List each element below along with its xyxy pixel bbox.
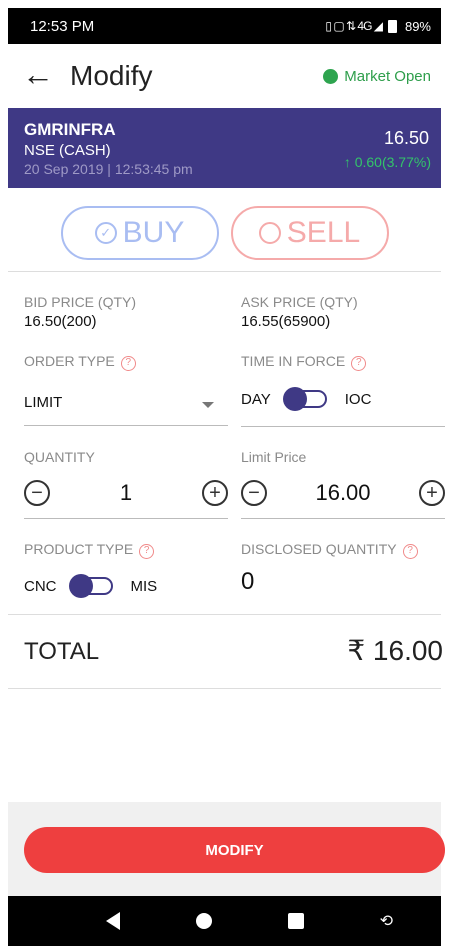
ask-price-label: ASK PRICE (QTY): [241, 294, 358, 310]
order-type-heading: ORDER TYPE?: [24, 353, 136, 371]
divider-line: [8, 614, 441, 615]
app-header: ← Modify Market Open: [8, 44, 441, 108]
order-type-label: ORDER TYPE: [24, 353, 115, 369]
modify-button[interactable]: MODIFY: [24, 827, 445, 873]
dropdown-caret-icon: [202, 401, 214, 408]
minus-icon[interactable]: −: [24, 480, 50, 506]
market-status-label: Market Open: [344, 67, 431, 85]
sell-button[interactable]: SELL: [230, 206, 389, 260]
quantity-label: QUANTITY: [24, 449, 95, 465]
divider-line: [241, 518, 445, 519]
nav-home-icon[interactable]: [195, 913, 212, 929]
toggle-knob: [282, 387, 307, 411]
stock-symbol: GMRINFRA: [24, 120, 116, 139]
limit-price-value[interactable]: 16.00: [267, 480, 419, 506]
help-icon[interactable]: ?: [402, 544, 418, 559]
back-arrow-icon[interactable]: ←: [22, 58, 64, 90]
product-type-toggle[interactable]: CNC MIS: [24, 574, 158, 598]
divider-line: [8, 688, 441, 689]
time-in-force-heading: TIME IN FORCE?: [241, 353, 367, 371]
sell-label: SELL: [286, 216, 361, 249]
buy-button[interactable]: ✓ BUY: [60, 206, 219, 260]
buy-label: BUY: [122, 216, 185, 249]
bid-price-label: BID PRICE (QTY): [24, 294, 137, 310]
divider-line: [241, 426, 445, 427]
rotate-icon[interactable]: ⟲: [380, 911, 393, 931]
market-open-dot-icon: [323, 68, 339, 84]
disclosed-quantity-input[interactable]: 0: [241, 568, 254, 596]
product-type-heading: PRODUCT TYPE?: [24, 541, 155, 559]
stock-change: ↑ 0.60(3.77%): [343, 154, 431, 170]
time-in-force-label: TIME IN FORCE: [241, 353, 346, 369]
toggle-switch[interactable]: [282, 387, 327, 411]
nav-back-icon[interactable]: [105, 912, 120, 930]
total-value: ₹ 16.00: [347, 635, 443, 666]
toggle-right-label: MIS: [130, 577, 158, 595]
help-icon[interactable]: ?: [120, 356, 136, 371]
disclosed-quantity-label: DISCLOSED QUANTITY: [241, 541, 397, 557]
help-icon[interactable]: ?: [139, 544, 155, 559]
quantity-value[interactable]: 1: [50, 480, 202, 506]
toggle-switch[interactable]: [68, 574, 113, 598]
disclosed-quantity-heading: DISCLOSED QUANTITY?: [241, 541, 418, 559]
toggle-right-label: IOC: [344, 390, 372, 408]
toggle-left-label: CNC: [24, 577, 57, 595]
battery-icon: [387, 19, 397, 33]
time-in-force-toggle[interactable]: DAY IOC: [241, 387, 372, 411]
toggle-knob: [68, 574, 93, 598]
product-type-label: PRODUCT TYPE: [24, 541, 134, 557]
order-type-value: LIMIT: [24, 394, 63, 411]
minus-icon[interactable]: −: [241, 480, 267, 506]
stock-price: 16.50: [383, 128, 429, 148]
status-icons: ▯ ▢ ⇅ 4G ◢ 89%: [325, 19, 431, 34]
check-circle-icon: ✓: [94, 222, 117, 244]
plus-icon[interactable]: +: [419, 480, 445, 506]
toggle-left-label: DAY: [241, 390, 271, 408]
nav-recents-icon[interactable]: [287, 913, 304, 929]
status-bar: 12:53 PM ▯ ▢ ⇅ 4G ◢ 89%: [8, 8, 441, 44]
radio-circle-icon: [258, 222, 281, 244]
status-time: 12:53 PM: [30, 17, 95, 35]
page-title: Modify: [70, 60, 153, 91]
battery-level: 89%: [404, 18, 431, 34]
stock-banner: GMRINFRA NSE (CASH) 20 Sep 2019 | 12:53:…: [8, 108, 441, 188]
limit-price-label: Limit Price: [241, 449, 307, 465]
market-status: Market Open: [323, 68, 431, 85]
divider-line: [24, 518, 228, 519]
side-selector: ✓ BUY SELL: [8, 196, 441, 272]
order-type-select[interactable]: LIMIT: [24, 380, 228, 426]
help-icon[interactable]: ?: [351, 356, 367, 371]
limit-price-stepper: − 16.00 +: [241, 480, 445, 506]
bid-price-value: 16.50(200): [24, 313, 97, 330]
quantity-stepper: − 1 +: [24, 480, 228, 506]
signal-icons: ▯ ▢ ⇅ 4G ◢: [325, 19, 383, 33]
ask-price-value: 16.55(65900): [241, 313, 331, 330]
system-nav-bar: ⟲: [8, 896, 441, 946]
total-label: TOTAL: [24, 638, 100, 665]
plus-icon[interactable]: +: [202, 480, 228, 506]
